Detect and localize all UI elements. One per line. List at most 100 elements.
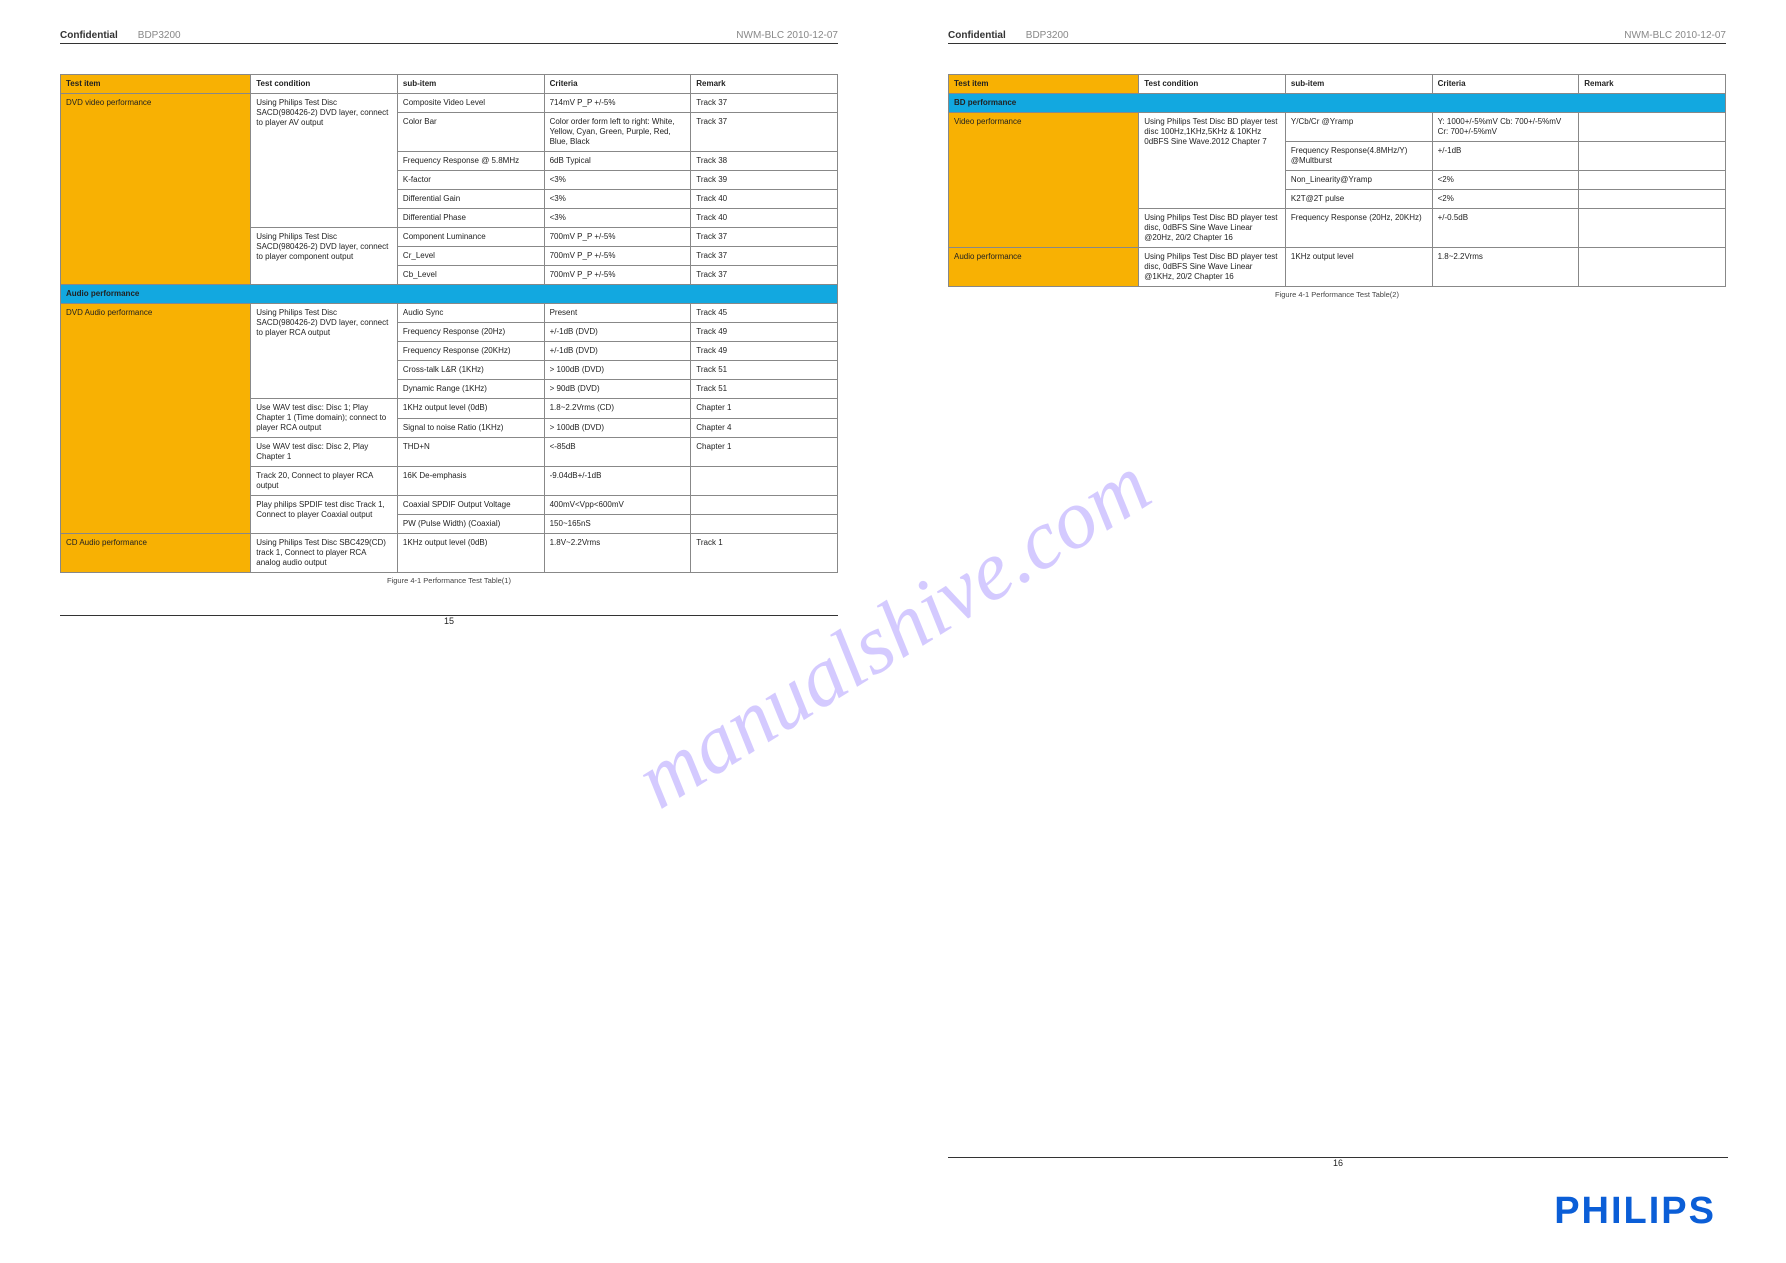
cell: Audio performance xyxy=(949,248,1139,287)
cell xyxy=(1579,142,1726,171)
cell: Composite Video Level xyxy=(397,94,544,113)
cell: Using Philips Test Disc SACD(980426-2) D… xyxy=(251,94,398,228)
cell: 700mV P_P +/-5% xyxy=(544,266,691,285)
cell: 6dB Typical xyxy=(544,152,691,171)
cell: Signal to noise Ratio (1KHz) xyxy=(397,418,544,438)
left-column: Confidential BDP3200 NWM-BLC 2010-12-07 … xyxy=(60,30,838,626)
cell: 16K De-emphasis xyxy=(397,467,544,496)
cell xyxy=(1579,248,1726,287)
th: Remark xyxy=(691,75,838,94)
th: Criteria xyxy=(1432,75,1579,94)
cell: +/-1dB (DVD) xyxy=(544,323,691,342)
page-number-right: 16 xyxy=(948,1158,1728,1168)
th: sub-item xyxy=(1285,75,1432,94)
cell: -9.04dB+/-1dB xyxy=(544,467,691,496)
cell: Track 1 xyxy=(691,534,838,573)
cell: Track 39 xyxy=(691,171,838,190)
cell: Track 37 xyxy=(691,94,838,113)
cell: Play philips SPDIF test disc Track 1, Co… xyxy=(251,496,398,534)
header-footer-left: NWM-BLC 2010-12-07 xyxy=(736,30,838,41)
th: sub-item xyxy=(397,75,544,94)
cell: CD Audio performance xyxy=(61,534,251,573)
header-row-left: Confidential BDP3200 NWM-BLC 2010-12-07 xyxy=(60,30,838,44)
cell: PW (Pulse Width) (Coaxial) xyxy=(397,515,544,534)
cell: Frequency Response(4.8MHz/Y) @Multburst xyxy=(1285,142,1432,171)
cell: 1KHz output level xyxy=(1285,248,1432,287)
cell: Non_Linearity@Yramp xyxy=(1285,171,1432,190)
cell: > 90dB (DVD) xyxy=(544,380,691,399)
th: Test condition xyxy=(251,75,398,94)
cell: <3% xyxy=(544,171,691,190)
header-model: BDP3200 xyxy=(1026,30,1069,41)
cell: <2% xyxy=(1432,190,1579,209)
cell: 700mV P_P +/-5% xyxy=(544,228,691,247)
cell: 1.8~2.2Vrms (CD) xyxy=(544,399,691,419)
cell: THD+N xyxy=(397,438,544,467)
cell: Track 20, Connect to player RCA output xyxy=(251,467,398,496)
cell: Track 37 xyxy=(691,247,838,266)
cell: Audio performance xyxy=(61,285,838,304)
cell: Track 49 xyxy=(691,342,838,361)
cell: Y/Cb/Cr @Yramp xyxy=(1285,113,1432,142)
table-row: DVD video performanceUsing Philips Test … xyxy=(61,94,838,113)
cell xyxy=(691,496,838,515)
cell xyxy=(1579,113,1726,142)
cell: Color order form left to right: White, Y… xyxy=(544,113,691,152)
cell: Using Philips Test Disc SACD(980426-2) D… xyxy=(251,228,398,285)
header-model: BDP3200 xyxy=(138,30,181,41)
header-footer-right: NWM-BLC 2010-12-07 xyxy=(1624,30,1726,41)
cell: K-factor xyxy=(397,171,544,190)
page-number-left: 15 xyxy=(60,616,838,626)
cell: Chapter 1 xyxy=(691,438,838,467)
cell: Track 51 xyxy=(691,380,838,399)
cell xyxy=(1579,190,1726,209)
cell: Using Philips Test Disc BD player test d… xyxy=(1139,113,1286,209)
cell: Dynamic Range (1KHz) xyxy=(397,380,544,399)
cell xyxy=(1579,171,1726,190)
cell: Chapter 1 xyxy=(691,399,838,419)
cell: <2% xyxy=(1432,171,1579,190)
cell: Audio Sync xyxy=(397,304,544,323)
cell: DVD Audio performance xyxy=(61,304,251,534)
cell: Using Philips Test Disc SACD(980426-2) D… xyxy=(251,304,398,399)
table-row: CD Audio performanceUsing Philips Test D… xyxy=(61,534,838,573)
cell: Differential Phase xyxy=(397,209,544,228)
section-divider: Audio performance xyxy=(61,285,838,304)
cell: Track 40 xyxy=(691,190,838,209)
page-container: Confidential BDP3200 NWM-BLC 2010-12-07 … xyxy=(0,0,1786,1263)
cell: +/-1dB xyxy=(1432,142,1579,171)
cell: Color Bar xyxy=(397,113,544,152)
cell: Track 37 xyxy=(691,228,838,247)
cell: 400mV<Vpp<600mV xyxy=(544,496,691,515)
th: Remark xyxy=(1579,75,1726,94)
cell: Cb_Level xyxy=(397,266,544,285)
cell xyxy=(1579,209,1726,248)
cell: +/-1dB (DVD) xyxy=(544,342,691,361)
cell: Track 37 xyxy=(691,113,838,152)
cell: BD performance xyxy=(949,94,1726,113)
cell: Frequency Response (20Hz, 20KHz) xyxy=(1285,209,1432,248)
table-header-row: Test item Test condition sub-item Criter… xyxy=(949,75,1726,94)
th: Test item xyxy=(61,75,251,94)
columns: Confidential BDP3200 NWM-BLC 2010-12-07 … xyxy=(60,30,1726,626)
cell: 714mV P_P +/-5% xyxy=(544,94,691,113)
cell: Differential Gain xyxy=(397,190,544,209)
cell: Track 45 xyxy=(691,304,838,323)
cell: <-85dB xyxy=(544,438,691,467)
th: Test item xyxy=(949,75,1139,94)
cell xyxy=(691,515,838,534)
cell: > 100dB (DVD) xyxy=(544,361,691,380)
cell: K2T@2T pulse xyxy=(1285,190,1432,209)
cell: <3% xyxy=(544,190,691,209)
cell: Track 49 xyxy=(691,323,838,342)
cell: 1KHz output level (0dB) xyxy=(397,399,544,419)
cell: Track 37 xyxy=(691,266,838,285)
cell: Chapter 4 xyxy=(691,418,838,438)
cell: Track 38 xyxy=(691,152,838,171)
cell: 1.8V~2.2Vrms xyxy=(544,534,691,573)
table-header-row: Test item Test condition sub-item Criter… xyxy=(61,75,838,94)
right-column: Confidential BDP3200 NWM-BLC 2010-12-07 … xyxy=(948,30,1726,626)
cell: Cr_Level xyxy=(397,247,544,266)
cell: Track 40 xyxy=(691,209,838,228)
cell: Use WAV test disc: Disc 1; Play Chapter … xyxy=(251,399,398,438)
